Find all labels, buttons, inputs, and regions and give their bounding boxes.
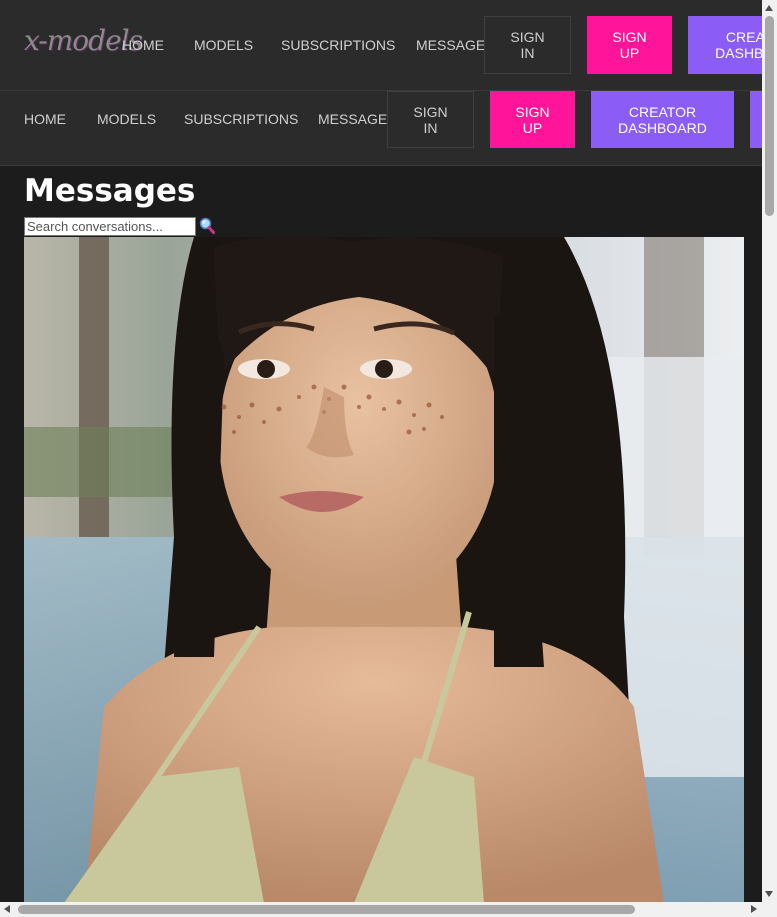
model-photo[interactable] [24, 237, 744, 903]
scroll-left-icon[interactable] [4, 905, 10, 913]
creator-dashboard-button[interactable]: CREATOR DASHBOARD [688, 16, 762, 74]
nav-messages-link[interactable]: MESSAGES [318, 111, 397, 127]
secondary-nav: HOME MODELS SUBSCRIPTIONS MESSAGES SIGN … [0, 91, 762, 166]
nav-models-link[interactable]: MODELS [97, 111, 156, 127]
horizontal-scroll-thumb[interactable] [18, 905, 635, 914]
sign-in-button[interactable]: SIGN IN [484, 16, 571, 74]
primary-nav: x-models HOME MODELS SUBSCRIPTIONS MESSA… [0, 0, 762, 91]
sign-in-button[interactable]: SIGN IN [387, 91, 474, 148]
page-title: Messages [24, 173, 196, 209]
creator-dashboard-button[interactable]: CREATOR DASHBOARD [591, 91, 734, 148]
overflow-button[interactable] [750, 91, 762, 148]
vertical-scrollbar[interactable] [762, 0, 777, 902]
nav-home-link[interactable]: HOME [122, 37, 164, 53]
vertical-scroll-thumb[interactable] [765, 16, 774, 216]
nav-models-link[interactable]: MODELS [194, 37, 253, 53]
scroll-down-icon[interactable] [765, 891, 773, 897]
nav-subscriptions-link[interactable]: SUBSCRIPTIONS [281, 37, 395, 53]
sign-up-button[interactable]: SIGN UP [587, 16, 672, 74]
search-icon[interactable] [199, 217, 215, 235]
scroll-up-icon[interactable] [765, 5, 773, 11]
horizontal-scrollbar[interactable] [0, 902, 777, 917]
nav-home-link[interactable]: HOME [24, 111, 66, 127]
scroll-right-icon[interactable] [751, 905, 757, 913]
search-conversations-input[interactable] [24, 217, 196, 236]
nav-subscriptions-link[interactable]: SUBSCRIPTIONS [184, 111, 298, 127]
nav-messages-link[interactable]: MESSAGES [416, 37, 495, 53]
sign-up-button[interactable]: SIGN UP [490, 91, 575, 148]
